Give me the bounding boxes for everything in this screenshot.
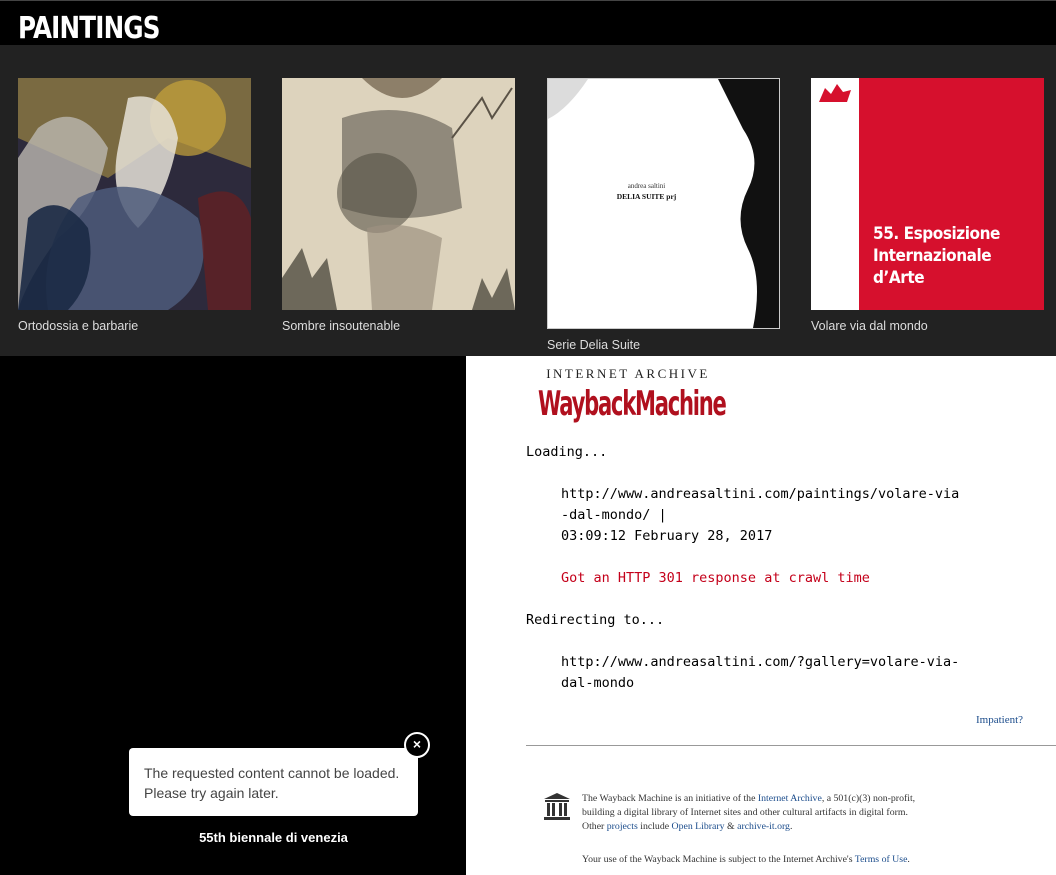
painting-thumbnail-delia-suite[interactable]: andrea saltini DELIA SUITE prj bbox=[547, 78, 780, 329]
open-library-link[interactable]: Open Library bbox=[672, 821, 725, 832]
divider bbox=[526, 745, 1056, 746]
image-title-text: DELIA SUITE prj bbox=[616, 192, 677, 201]
painting-caption[interactable]: Sombre insoutenable bbox=[282, 319, 400, 333]
internet-archive-link[interactable]: Internet Archive bbox=[758, 793, 822, 804]
page-title: PAINTINGS bbox=[18, 11, 160, 46]
painting-thumbnail-ortodossia[interactable] bbox=[18, 78, 251, 310]
painting-thumbnail-sombre[interactable] bbox=[282, 78, 515, 310]
lightbox-error-box: The requested content cannot be loaded. … bbox=[129, 748, 418, 816]
footer-description: The Wayback Machine is an initiative of … bbox=[582, 793, 916, 832]
poster-line-3: d’Arte bbox=[873, 268, 925, 288]
poster-line-1: 55. Esposizione bbox=[873, 224, 1000, 244]
terms-of-use-link[interactable]: Terms of Use bbox=[855, 854, 908, 865]
close-icon[interactable]: × bbox=[404, 732, 430, 758]
gallery-strip: Ortodossia e barbarie Sombre insoutenabl… bbox=[0, 45, 1056, 356]
biennale-vertical-text: la Biennale di Venezia bbox=[841, 116, 859, 296]
error-line-1: The requested content cannot be loaded. bbox=[144, 765, 400, 781]
http-status-message: Got an HTTP 301 response at crawl time bbox=[561, 570, 870, 586]
redirect-url-line1[interactable]: http://www.andreasaltini.com/?gallery=vo… bbox=[561, 652, 959, 673]
projects-link[interactable]: projects bbox=[607, 821, 638, 832]
footer-terms: Your use of the Wayback Machine is subje… bbox=[582, 854, 910, 865]
loading-text: Loading... bbox=[526, 444, 608, 460]
error-line-2: Please try again later. bbox=[144, 785, 279, 801]
redirect-url-line2[interactable]: dal-mondo bbox=[561, 673, 634, 694]
poster-line-2: Internazionale bbox=[873, 246, 992, 266]
painting-caption[interactable]: Serie Delia Suite bbox=[547, 338, 640, 352]
painting-caption[interactable]: Volare via dal mondo bbox=[811, 319, 928, 333]
painting-image bbox=[282, 78, 515, 310]
painting-caption[interactable]: Ortodossia e barbarie bbox=[18, 319, 138, 333]
wayback-panel: INTERNET ARCHIVE WaybackMachine Loading.… bbox=[466, 356, 1056, 875]
painting-image bbox=[548, 79, 779, 328]
original-url-line1: http://www.andreasaltini.com/paintings/v… bbox=[561, 486, 960, 502]
top-bar: PAINTINGS bbox=[0, 0, 1056, 46]
impatient-link[interactable]: Impatient? bbox=[976, 714, 1023, 726]
painting-image bbox=[18, 78, 251, 310]
painting-thumbnail-volare[interactable]: la Biennale di Venezia 55. Esposizione I… bbox=[811, 78, 1044, 310]
logo-main-text: WaybackMachine bbox=[538, 384, 727, 424]
lightbox-caption: 55th biennale di venezia bbox=[199, 830, 348, 845]
archive-building-icon bbox=[544, 793, 570, 820]
image-author-text: andrea saltini bbox=[627, 182, 666, 190]
wayback-logo[interactable]: INTERNET ARCHIVE WaybackMachine bbox=[538, 366, 728, 436]
error-message: The requested content cannot be loaded. … bbox=[144, 763, 399, 803]
archive-it-link[interactable]: archive-it.org bbox=[737, 821, 790, 832]
original-url-line2: -dal-mondo/ | bbox=[561, 507, 667, 523]
redirecting-text: Redirecting to... bbox=[526, 612, 665, 628]
logo-top-text: INTERNET ARCHIVE bbox=[546, 366, 710, 381]
capture-timestamp: 03:09:12 February 28, 2017 bbox=[561, 528, 773, 544]
